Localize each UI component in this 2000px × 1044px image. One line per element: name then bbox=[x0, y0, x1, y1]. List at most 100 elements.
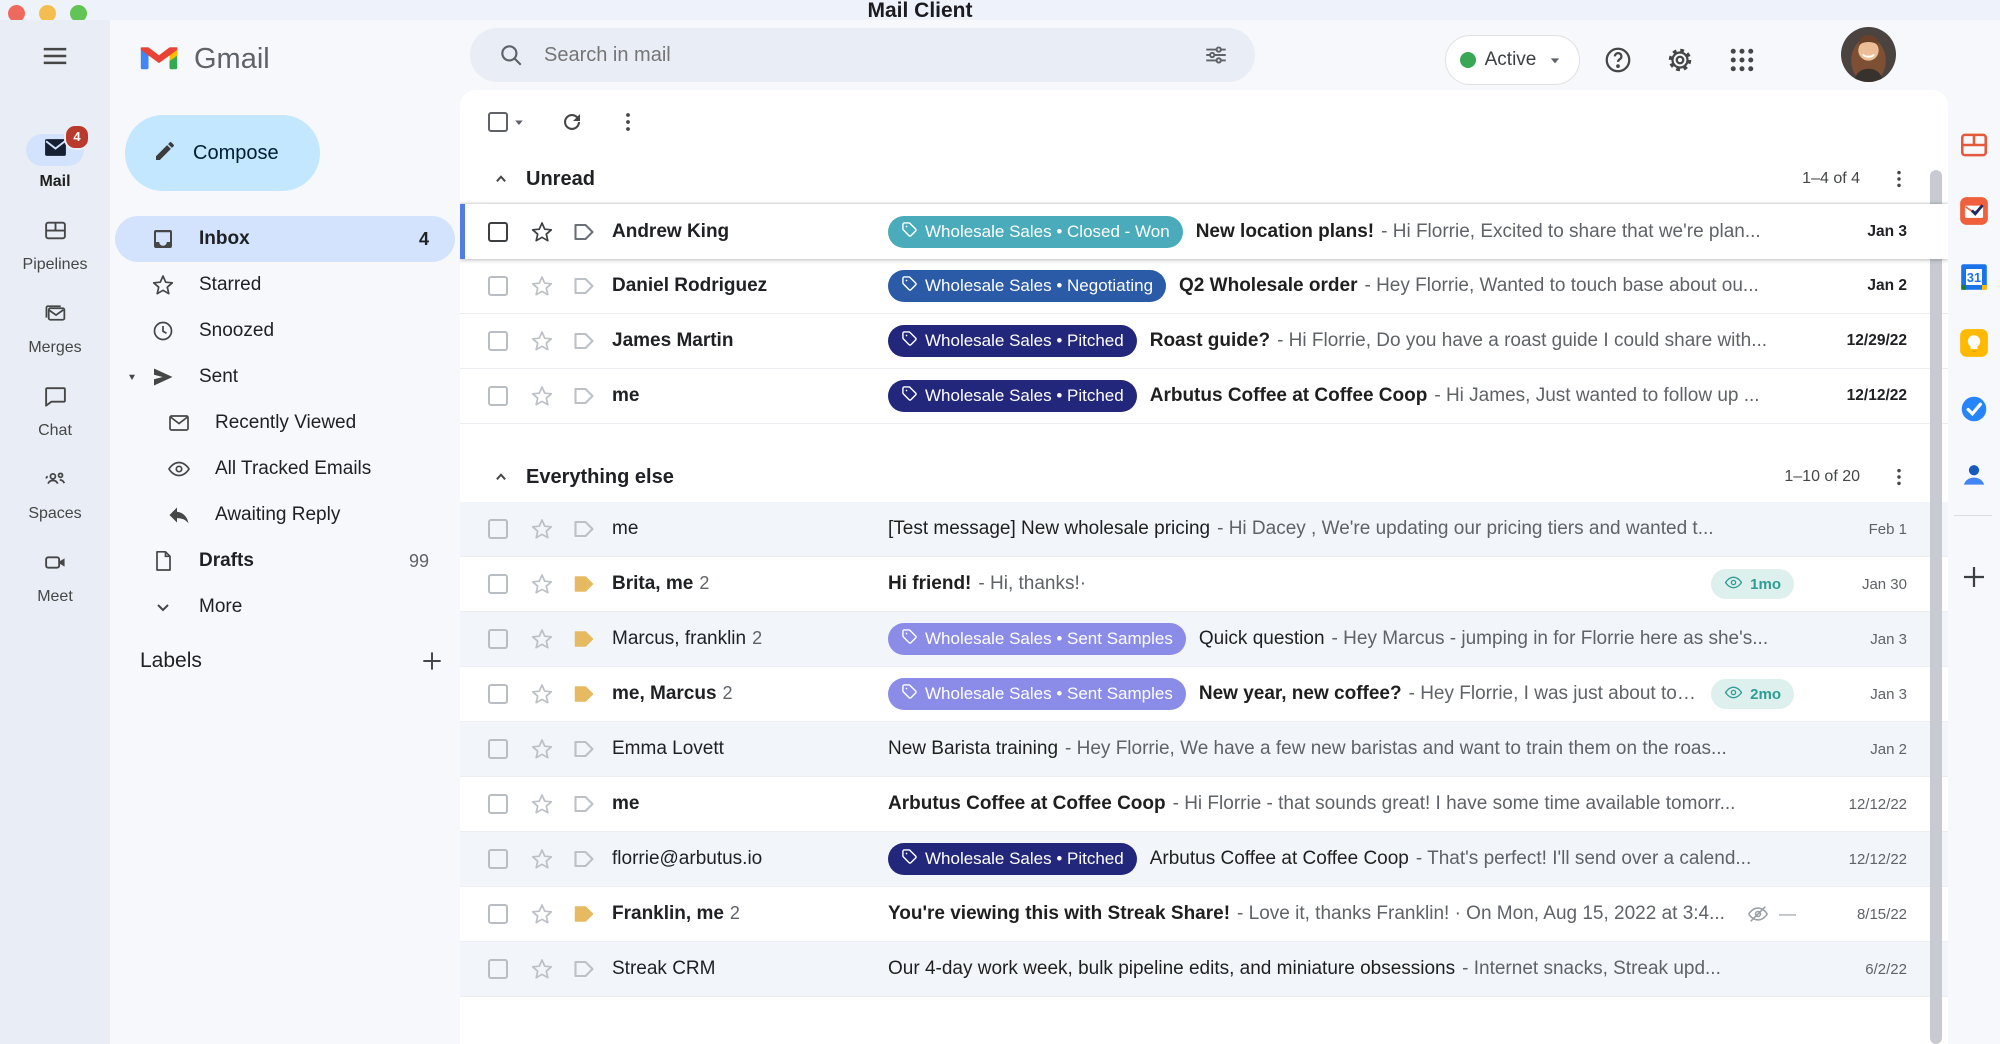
collapse-section-icon[interactable] bbox=[490, 466, 512, 488]
email-row[interactable]: me, Marcus2 Wholesale Sales • Sent Sampl… bbox=[460, 667, 1948, 722]
star-icon[interactable] bbox=[530, 517, 554, 541]
row-checkbox[interactable] bbox=[488, 794, 508, 814]
section-more-icon[interactable] bbox=[1888, 466, 1910, 488]
pipeline-stage-label[interactable]: Wholesale Sales • Pitched bbox=[888, 380, 1137, 412]
email-row[interactable]: Andrew King Wholesale Sales • Closed - W… bbox=[460, 204, 1948, 259]
rail-item-spaces[interactable]: Spaces bbox=[0, 466, 110, 523]
sidebar-item-inbox[interactable]: Inbox4 bbox=[115, 216, 455, 262]
star-icon[interactable] bbox=[530, 902, 554, 926]
star-icon[interactable] bbox=[530, 220, 554, 244]
pipeline-stage-label[interactable]: Wholesale Sales • Closed - Won bbox=[888, 216, 1183, 248]
sidebar-item-all-tracked-emails[interactable]: All Tracked Emails bbox=[115, 446, 455, 492]
keep-icon[interactable] bbox=[1957, 326, 1991, 360]
row-checkbox[interactable] bbox=[488, 629, 508, 649]
email-row[interactable]: Daniel Rodriguez Wholesale Sales • Negot… bbox=[460, 259, 1948, 314]
email-row[interactable]: Franklin, me2 You're viewing this with S… bbox=[460, 887, 1948, 942]
sidebar-item-starred[interactable]: Starred bbox=[115, 262, 455, 308]
star-icon[interactable] bbox=[530, 329, 554, 353]
sidebar-item-sent[interactable]: Sent bbox=[115, 354, 455, 400]
streak-box-icon[interactable] bbox=[572, 274, 596, 298]
row-checkbox[interactable] bbox=[488, 574, 508, 594]
row-checkbox[interactable] bbox=[488, 904, 508, 924]
email-row[interactable]: me [Test message] New wholesale pricing … bbox=[460, 502, 1948, 557]
row-checkbox[interactable] bbox=[488, 222, 508, 242]
sidebar-item-snoozed[interactable]: Snoozed bbox=[115, 308, 455, 354]
expander-icon[interactable] bbox=[123, 368, 141, 386]
calendar-icon[interactable]: 31 bbox=[1957, 260, 1991, 294]
row-checkbox[interactable] bbox=[488, 959, 508, 979]
rail-item-merges[interactable]: Merges bbox=[0, 300, 110, 357]
streak-box-icon[interactable] bbox=[572, 517, 596, 541]
compose-button[interactable]: Compose bbox=[125, 115, 320, 191]
streak-box-icon[interactable] bbox=[572, 792, 596, 816]
refresh-icon[interactable] bbox=[560, 110, 584, 134]
apps-grid-icon[interactable] bbox=[1720, 38, 1764, 82]
more-options-icon[interactable] bbox=[616, 110, 640, 134]
pipeline-stage-label[interactable]: Wholesale Sales • Pitched bbox=[888, 325, 1137, 357]
star-icon[interactable] bbox=[530, 682, 554, 706]
help-icon[interactable] bbox=[1596, 38, 1640, 82]
sidebar-item-drafts[interactable]: Drafts99 bbox=[115, 538, 455, 584]
star-icon[interactable] bbox=[530, 572, 554, 596]
pipeline-stage-label[interactable]: Wholesale Sales • Pitched bbox=[888, 843, 1137, 875]
streak-pipelines-icon[interactable] bbox=[1957, 128, 1991, 162]
rail-item-meet[interactable]: Meet bbox=[0, 549, 110, 606]
select-all-checkbox[interactable] bbox=[488, 112, 508, 132]
star-icon[interactable] bbox=[530, 627, 554, 651]
row-checkbox[interactable] bbox=[488, 331, 508, 351]
row-checkbox[interactable] bbox=[488, 684, 508, 704]
list-scrollbar[interactable] bbox=[1930, 170, 1942, 1044]
streak-box-icon[interactable] bbox=[572, 682, 596, 706]
pipeline-stage-label[interactable]: Wholesale Sales • Sent Samples bbox=[888, 623, 1186, 655]
rail-item-chat[interactable]: Chat bbox=[0, 383, 110, 440]
email-row[interactable]: me Wholesale Sales • Pitched Arbutus Cof… bbox=[460, 369, 1948, 424]
streak-mail-icon[interactable] bbox=[1957, 194, 1991, 228]
rail-item-mail[interactable]: 4Mail bbox=[0, 134, 110, 191]
collapse-section-icon[interactable] bbox=[490, 168, 512, 190]
streak-box-icon[interactable] bbox=[572, 220, 596, 244]
search-filter-icon[interactable] bbox=[1203, 42, 1229, 68]
row-checkbox[interactable] bbox=[488, 519, 508, 539]
star-icon[interactable] bbox=[530, 792, 554, 816]
streak-box-icon[interactable] bbox=[572, 384, 596, 408]
streak-box-icon[interactable] bbox=[572, 329, 596, 353]
pipeline-stage-label[interactable]: Wholesale Sales • Sent Samples bbox=[888, 678, 1186, 710]
sidebar-item-more[interactable]: More bbox=[115, 584, 455, 630]
email-row[interactable]: Brita, me2 Hi friend! - Hi, thanks!· 1mo… bbox=[460, 557, 1948, 612]
star-icon[interactable] bbox=[530, 274, 554, 298]
row-checkbox[interactable] bbox=[488, 739, 508, 759]
star-icon[interactable] bbox=[530, 737, 554, 761]
select-caret-icon[interactable] bbox=[510, 113, 528, 131]
email-row[interactable]: Streak CRM Our 4-day work week, bulk pip… bbox=[460, 942, 1948, 997]
settings-gear-icon[interactable] bbox=[1658, 38, 1702, 82]
search-bar[interactable] bbox=[470, 28, 1255, 82]
sidebar-item-awaiting-reply[interactable]: Awaiting Reply bbox=[115, 492, 455, 538]
streak-box-icon[interactable] bbox=[572, 572, 596, 596]
tasks-icon[interactable] bbox=[1957, 392, 1991, 426]
search-input[interactable] bbox=[542, 43, 1203, 68]
star-icon[interactable] bbox=[530, 957, 554, 981]
email-row[interactable]: florrie@arbutus.io Wholesale Sales • Pit… bbox=[460, 832, 1948, 887]
streak-box-icon[interactable] bbox=[572, 627, 596, 651]
row-checkbox[interactable] bbox=[488, 276, 508, 296]
pipeline-stage-label[interactable]: Wholesale Sales • Negotiating bbox=[888, 270, 1166, 302]
profile-avatar[interactable] bbox=[1841, 27, 1896, 82]
row-checkbox[interactable] bbox=[488, 386, 508, 406]
section-more-icon[interactable] bbox=[1888, 168, 1910, 190]
streak-box-icon[interactable] bbox=[572, 902, 596, 926]
chat-status-selector[interactable]: Active bbox=[1445, 35, 1580, 85]
streak-box-icon[interactable] bbox=[572, 737, 596, 761]
email-row[interactable]: me Arbutus Coffee at Coffee Coop - Hi Fl… bbox=[460, 777, 1948, 832]
contacts-icon[interactable] bbox=[1957, 458, 1991, 492]
streak-box-icon[interactable] bbox=[572, 847, 596, 871]
main-menu-icon[interactable] bbox=[33, 34, 77, 78]
get-addons-plus-icon[interactable] bbox=[1959, 562, 1989, 592]
streak-box-icon[interactable] bbox=[572, 957, 596, 981]
email-row[interactable]: Marcus, franklin2 Wholesale Sales • Sent… bbox=[460, 612, 1948, 667]
sidebar-item-recently-viewed[interactable]: Recently Viewed bbox=[115, 400, 455, 446]
create-label-plus-icon[interactable] bbox=[419, 648, 445, 674]
star-icon[interactable] bbox=[530, 384, 554, 408]
rail-item-pipelines[interactable]: Pipelines bbox=[0, 217, 110, 274]
search-icon[interactable] bbox=[498, 42, 524, 68]
email-row[interactable]: Emma Lovett New Barista training - Hey F… bbox=[460, 722, 1948, 777]
